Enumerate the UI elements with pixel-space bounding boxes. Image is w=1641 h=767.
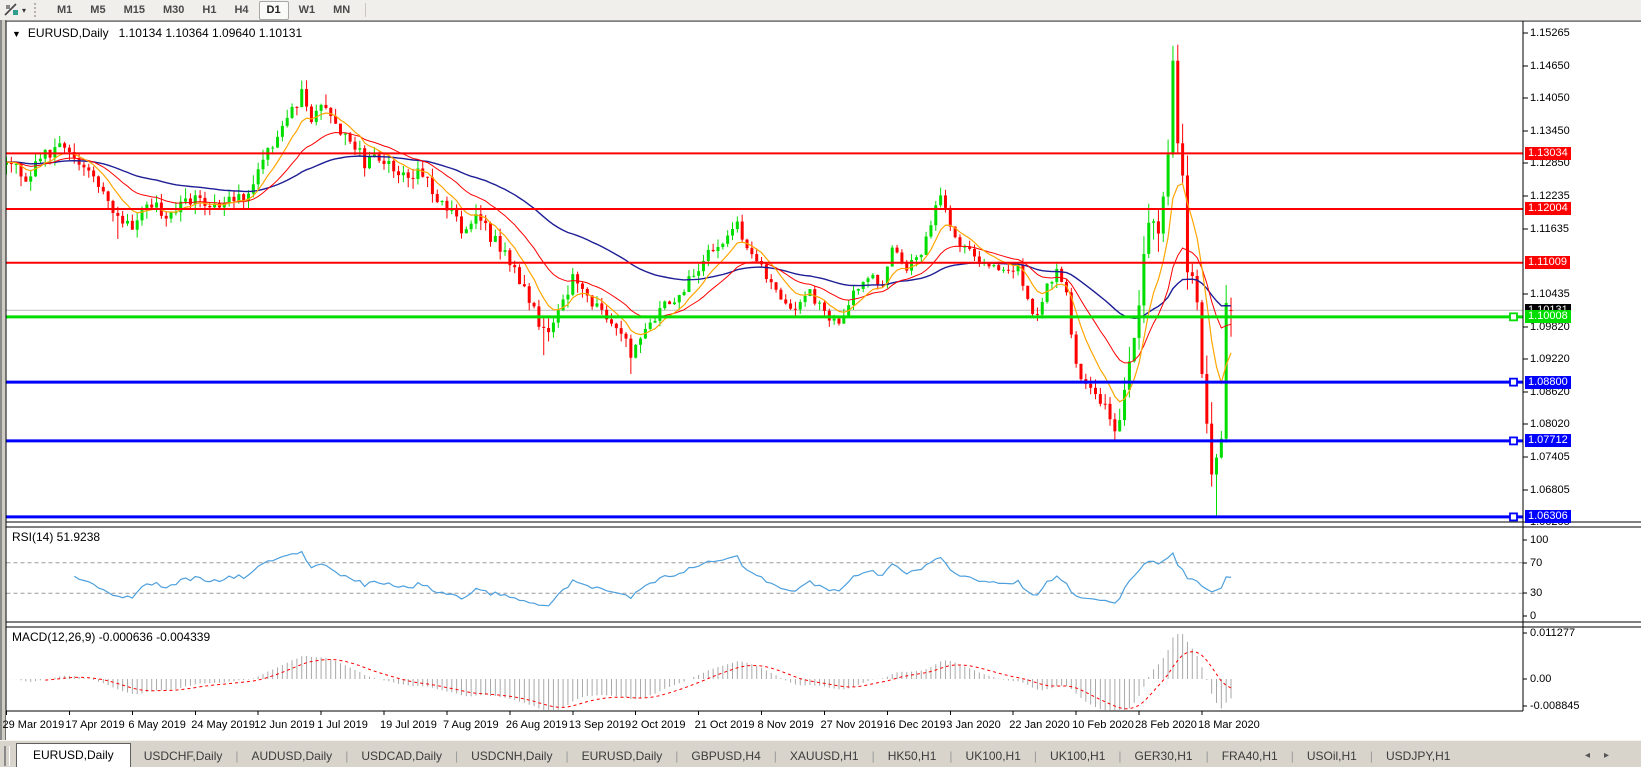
tab-items: EURUSD,Daily USDCHF,Daily | AUDUSD,Daily | US… <box>16 743 1463 767</box>
date-axis-label: 22 Jan 2020 <box>1009 719 1070 731</box>
date-axis-label: 26 Aug 2019 <box>505 719 568 731</box>
hline-handle[interactable] <box>1509 312 1518 322</box>
macd-axis-label: -0.008845 <box>1530 700 1580 712</box>
date-axis-label: 16 Dec 2019 <box>883 719 946 731</box>
price-axis-label: 1.14650 <box>1530 60 1570 72</box>
tab-uk100-h1[interactable]: UK100,H1 <box>953 745 1034 767</box>
tab-usdcnh-daily[interactable]: USDCNH,Daily <box>458 745 565 767</box>
price-axis-label: 1.12235 <box>1530 190 1570 202</box>
tab-scroll-right-icon[interactable]: ▸ <box>1604 750 1623 761</box>
hline-price-label: 1.06306 <box>1525 510 1571 524</box>
tab-scroll-arrows: ◂▸ <box>1585 750 1623 761</box>
chart-collapse-icon[interactable]: ▼ <box>12 29 21 39</box>
date-axis-label: 6 May 2019 <box>128 719 186 731</box>
hline-price-label: 1.11009 <box>1525 256 1570 270</box>
price-axis-label: 1.13450 <box>1530 125 1570 137</box>
tab-gbpusd-h4[interactable]: GBPUSD,H4 <box>678 745 773 767</box>
chart-canvas[interactable] <box>0 0 1641 767</box>
hline-handle[interactable] <box>1509 436 1518 446</box>
date-axis-label: 7 Aug 2019 <box>442 719 499 731</box>
chart-ohlc-values: 1.10134 1.10364 1.09640 1.10131 <box>118 26 303 40</box>
price-axis-label: 1.06805 <box>1530 484 1570 496</box>
date-axis-label: 2 Oct 2019 <box>631 719 686 731</box>
tab-ger30-h1[interactable]: GER30,H1 <box>1122 745 1206 767</box>
chart-title: ▼ EURUSD,Daily 1.10134 1.10364 1.09640 1.1… <box>12 26 302 40</box>
date-axis-label: 27 Nov 2019 <box>820 719 883 731</box>
price-axis-label: 1.07405 <box>1530 451 1570 463</box>
date-axis-label: 17 Apr 2019 <box>65 719 125 731</box>
mt4-window: ▾ M1 M5 M15 M30 H1 H4 D1 W1 MN ▼ EURUSD,Daily 1.10… <box>0 0 1641 767</box>
date-axis-label: 12 Jun 2019 <box>254 719 315 731</box>
tab-eurusd-daily[interactable]: EURUSD,Daily <box>16 743 131 767</box>
tab-usdchf-daily[interactable]: USDCHF,Daily <box>131 745 236 767</box>
tabbar-grip <box>4 746 10 766</box>
hline-handle[interactable] <box>1509 377 1518 387</box>
hline-price-label: 1.07712 <box>1525 434 1571 448</box>
tab-audusd-daily[interactable]: AUDUSD,Daily <box>239 745 346 767</box>
date-axis-label: 29 Mar 2019 <box>2 719 65 731</box>
tab-xauusd-h1[interactable]: XAUUSD,H1 <box>777 745 872 767</box>
tab-scroll-left-icon[interactable]: ◂ <box>1585 750 1604 761</box>
date-axis-label: 18 Mar 2020 <box>1197 719 1260 731</box>
tab-usdcad-daily[interactable]: USDCAD,Daily <box>348 745 455 767</box>
date-axis-label: 8 Nov 2019 <box>757 719 814 731</box>
chart-tab-bar: EURUSD,Daily USDCHF,Daily | AUDUSD,Daily | US… <box>0 740 1641 767</box>
rsi-axis-label: 100 <box>1530 534 1549 546</box>
price-axis-label: 1.09220 <box>1530 353 1570 365</box>
date-axis-label: 21 Oct 2019 <box>694 719 755 731</box>
macd-axis-label: 0.011277 <box>1530 627 1576 639</box>
rsi-indicator-label: RSI(14) 51.9238 <box>12 530 101 544</box>
price-axis-label: 1.11635 <box>1530 223 1569 235</box>
rsi-axis-label: 0 <box>1530 610 1537 622</box>
date-axis-label: 19 Jul 2019 <box>380 719 437 731</box>
tab-hk50-h1[interactable]: HK50,H1 <box>875 745 950 767</box>
hline-price-label: 1.08800 <box>1525 375 1571 389</box>
date-axis-label: 10 Feb 2020 <box>1072 719 1134 731</box>
hline-price-label: 1.13034 <box>1525 146 1571 160</box>
price-axis-label: 1.15265 <box>1530 27 1570 39</box>
hline-handle[interactable] <box>1509 512 1518 522</box>
rsi-axis-label: 70 <box>1530 557 1543 569</box>
macd-indicator-label: MACD(12,26,9) -0.000636 -0.004339 <box>12 630 211 644</box>
date-axis-label: 24 May 2019 <box>191 719 255 731</box>
tab-usdjpy-h1[interactable]: USDJPY,H1 <box>1373 745 1463 767</box>
chart-symbol-label: EURUSD,Daily <box>27 26 109 40</box>
price-axis-label: 1.10435 <box>1530 288 1570 300</box>
hline-price-label: 1.12004 <box>1525 202 1571 216</box>
hline-price-label: 1.10008 <box>1525 310 1571 324</box>
tab-fra40-h1[interactable]: FRA40,H1 <box>1209 745 1291 767</box>
date-axis-label: 13 Sep 2019 <box>568 719 632 731</box>
price-axis-label: 1.14050 <box>1530 92 1570 104</box>
macd-axis-label: 0.00 <box>1530 673 1552 685</box>
date-axis-label: 1 Jul 2019 <box>317 719 368 731</box>
date-axis-label: 3 Jan 2020 <box>946 719 1001 731</box>
rsi-axis-label: 30 <box>1530 587 1543 599</box>
tab-uk100-h1[interactable]: UK100,H1 <box>1037 745 1118 767</box>
window-left-edge <box>0 20 6 767</box>
tab-eurusd-daily[interactable]: EURUSD,Daily <box>569 745 676 767</box>
price-axis-label: 1.08020 <box>1530 418 1570 430</box>
tab-usoil-h1[interactable]: USOil,H1 <box>1294 745 1370 767</box>
date-axis-label: 28 Feb 2020 <box>1135 719 1197 731</box>
